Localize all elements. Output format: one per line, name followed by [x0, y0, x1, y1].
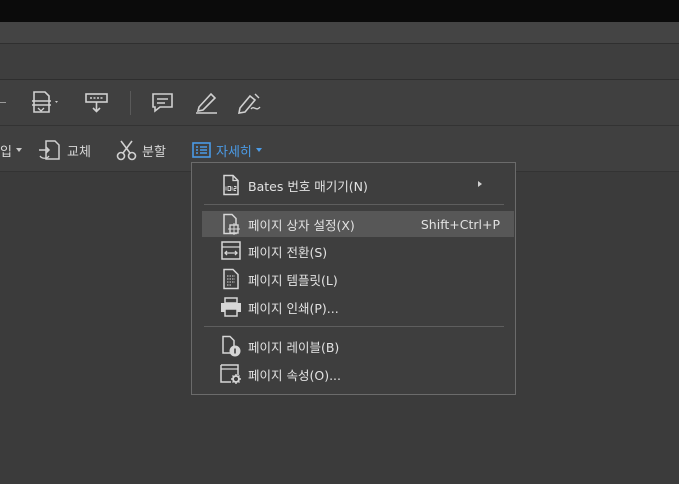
menu-item-label: 페이지 템플릿(L) [248, 272, 338, 288]
print-icon [218, 294, 244, 320]
highlight-button[interactable] [193, 90, 221, 116]
page-label-icon [218, 333, 244, 359]
bates-numbering-icon [218, 172, 244, 198]
tab-strip [0, 44, 679, 80]
page-properties-icon [218, 361, 244, 387]
split-button[interactable]: 분할 [115, 138, 166, 162]
menu-item-print-page[interactable]: 페이지 인쇄(P)... [202, 294, 514, 320]
pen-sign-icon [237, 93, 261, 114]
menu-item-page-properties[interactable]: 페이지 속성(O)... [202, 361, 514, 387]
menu-item-page-label[interactable]: 페이지 레이블(B) [202, 333, 514, 359]
replace-page-icon [39, 140, 60, 160]
menu-strip [0, 22, 679, 44]
menu-item-label: Bates 번호 매기기(N) [248, 178, 368, 194]
insert-label: 입 [0, 144, 12, 160]
menu-separator [204, 326, 504, 327]
scissors-icon [116, 140, 137, 161]
page-transition-icon [218, 238, 244, 264]
menu-item-page-transition[interactable]: 페이지 전환(S) [202, 238, 514, 264]
menu-item-page-template[interactable]: 페이지 템플릿(L) [202, 266, 514, 292]
more-dropdown-menu: Bates 번호 매기기(N) 페이지 상자 설정(X) Shift+Ctrl+… [191, 162, 516, 395]
comment-icon [152, 93, 173, 113]
toolbar-separator [130, 91, 131, 115]
crop-pages-button[interactable] [30, 90, 64, 116]
sign-button[interactable] [236, 90, 264, 116]
header-footer-icon [85, 93, 108, 113]
crop-page-icon [32, 91, 58, 113]
split-label: 분할 [142, 144, 166, 160]
insert-button[interactable]: 입 [0, 138, 22, 162]
menu-item-label: 페이지 레이블(B) [248, 339, 340, 355]
chevron-down-icon [255, 148, 262, 152]
menu-item-label: 페이지 속성(O)... [248, 367, 341, 383]
header-footer-button[interactable] [84, 90, 110, 116]
more-button[interactable]: 자세히 [191, 138, 262, 162]
menu-item-label: 페이지 전환(S) [248, 244, 328, 260]
menu-item-page-box[interactable]: 페이지 상자 설정(X) Shift+Ctrl+P [202, 211, 514, 237]
submenu-arrow-icon [478, 181, 482, 187]
truncated-control [0, 102, 6, 103]
menu-separator [204, 204, 504, 205]
replace-button[interactable]: 교체 [38, 138, 91, 162]
comment-button[interactable] [150, 90, 176, 116]
menu-item-label: 페이지 인쇄(P)... [248, 300, 339, 316]
menu-item-label: 페이지 상자 설정(X) [248, 217, 355, 233]
window-top-bar [0, 0, 679, 22]
page-box-icon [218, 211, 244, 237]
more-label: 자세히 [216, 144, 252, 160]
menu-item-shortcut: Shift+Ctrl+P [420, 216, 500, 232]
page-template-icon [218, 266, 244, 292]
highlighter-icon [196, 92, 217, 114]
more-options-icon [192, 142, 211, 158]
chevron-down-icon [15, 148, 22, 152]
replace-label: 교체 [67, 144, 91, 160]
menu-item-bates-numbering[interactable]: Bates 번호 매기기(N) [202, 172, 514, 198]
